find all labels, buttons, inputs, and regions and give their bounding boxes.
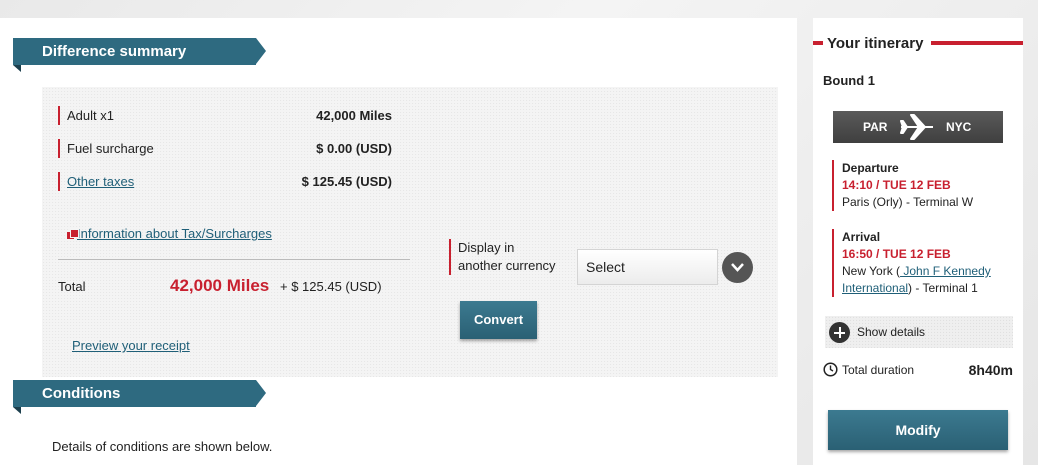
bound-label: Bound 1 bbox=[823, 73, 875, 88]
currency-label-line2: another currency bbox=[458, 258, 556, 273]
arrival-block: Arrival 16:50 / TUE 12 FEB New York ( Jo… bbox=[832, 229, 1004, 297]
departure-time: 14:10 / TUE 12 FEB bbox=[842, 178, 951, 192]
line-item-fuel: Fuel surcharge $ 0.00 (USD) bbox=[58, 139, 392, 158]
convert-button[interactable]: Convert bbox=[460, 301, 537, 339]
destination-code: NYC bbox=[946, 120, 972, 134]
plus-circle-icon bbox=[829, 322, 850, 343]
route-banner: PAR NYC bbox=[833, 111, 1003, 143]
line-item-other-taxes: Other taxes $ 125.45 (USD) bbox=[58, 172, 392, 191]
arrival-place-prefix: New York ( bbox=[842, 264, 901, 278]
difference-summary-box: Adult x1 42,000 Miles Fuel surcharge $ 0… bbox=[42, 87, 778, 377]
divider bbox=[58, 259, 410, 260]
arrival-time: 16:50 / TUE 12 FEB bbox=[842, 247, 951, 261]
document-icon bbox=[67, 229, 79, 239]
currency-label-line1: Display in bbox=[458, 240, 515, 255]
total-extra: + $ 125.45 (USD) bbox=[280, 279, 382, 294]
itinerary-title-text: Your itinerary bbox=[827, 35, 924, 52]
other-taxes-link[interactable]: Other taxes bbox=[67, 174, 134, 189]
chevron-down-icon bbox=[731, 263, 744, 272]
currency-select[interactable]: Select bbox=[577, 249, 718, 285]
origin-code: PAR bbox=[863, 120, 888, 134]
total-miles: 42,000 Miles bbox=[170, 276, 270, 295]
main-panel: Difference summary Adult x1 42,000 Miles… bbox=[0, 18, 797, 465]
preview-receipt-link[interactable]: Preview your receipt bbox=[72, 338, 190, 353]
tax-info-link-row[interactable]: Information about Tax/Surcharges bbox=[67, 226, 272, 242]
line-item-value: 42,000 Miles bbox=[316, 108, 392, 123]
total-label: Total bbox=[58, 279, 86, 294]
conditions-header: Conditions bbox=[13, 380, 266, 414]
difference-summary-header: Difference summary bbox=[13, 38, 266, 72]
clock-icon bbox=[823, 362, 838, 377]
departure-heading: Departure bbox=[842, 161, 899, 175]
arrival-place-suffix: ) - Terminal 1 bbox=[908, 281, 978, 295]
itinerary-panel: Your itinerary Bound 1 PAR NYC Departure… bbox=[813, 18, 1023, 465]
currency-label: Display in another currency bbox=[449, 239, 569, 275]
itinerary-title: Your itinerary bbox=[813, 35, 1023, 53]
airport-link[interactable]: International bbox=[842, 281, 908, 295]
line-item-value: $ 0.00 (USD) bbox=[316, 141, 392, 156]
line-item-adult: Adult x1 42,000 Miles bbox=[58, 106, 392, 125]
currency-dropdown-button[interactable] bbox=[722, 252, 753, 283]
duration-label: Total duration bbox=[842, 363, 915, 377]
show-details-button[interactable]: Show details bbox=[825, 316, 1013, 348]
arrival-place-line1: New York ( John F Kennedy bbox=[842, 263, 1004, 280]
arrival-heading: Arrival bbox=[842, 230, 881, 244]
modify-button[interactable]: Modify bbox=[828, 410, 1008, 450]
departure-place: Paris (Orly) - Terminal W bbox=[842, 195, 974, 209]
duration-value: 8h40m bbox=[968, 362, 1013, 378]
arrival-place-line2: International) - Terminal 1 bbox=[842, 280, 1004, 297]
tax-info-link[interactable]: Information about Tax/Surcharges bbox=[77, 226, 272, 241]
departure-block: Departure 14:10 / TUE 12 FEB Paris (Orly… bbox=[832, 160, 1004, 211]
line-item-label: Fuel surcharge bbox=[67, 141, 154, 156]
title-accent bbox=[813, 41, 823, 45]
plane-icon bbox=[900, 114, 933, 140]
conditions-text: Details of conditions are shown below. bbox=[52, 439, 273, 454]
total-duration: Total duration 8h40m bbox=[823, 361, 1013, 379]
airport-link[interactable]: John F Kennedy bbox=[900, 264, 990, 278]
line-item-label: Adult x1 bbox=[67, 108, 114, 123]
show-details-label: Show details bbox=[857, 325, 926, 339]
line-item-value: $ 125.45 (USD) bbox=[301, 174, 392, 189]
title-accent bbox=[931, 41, 1023, 45]
